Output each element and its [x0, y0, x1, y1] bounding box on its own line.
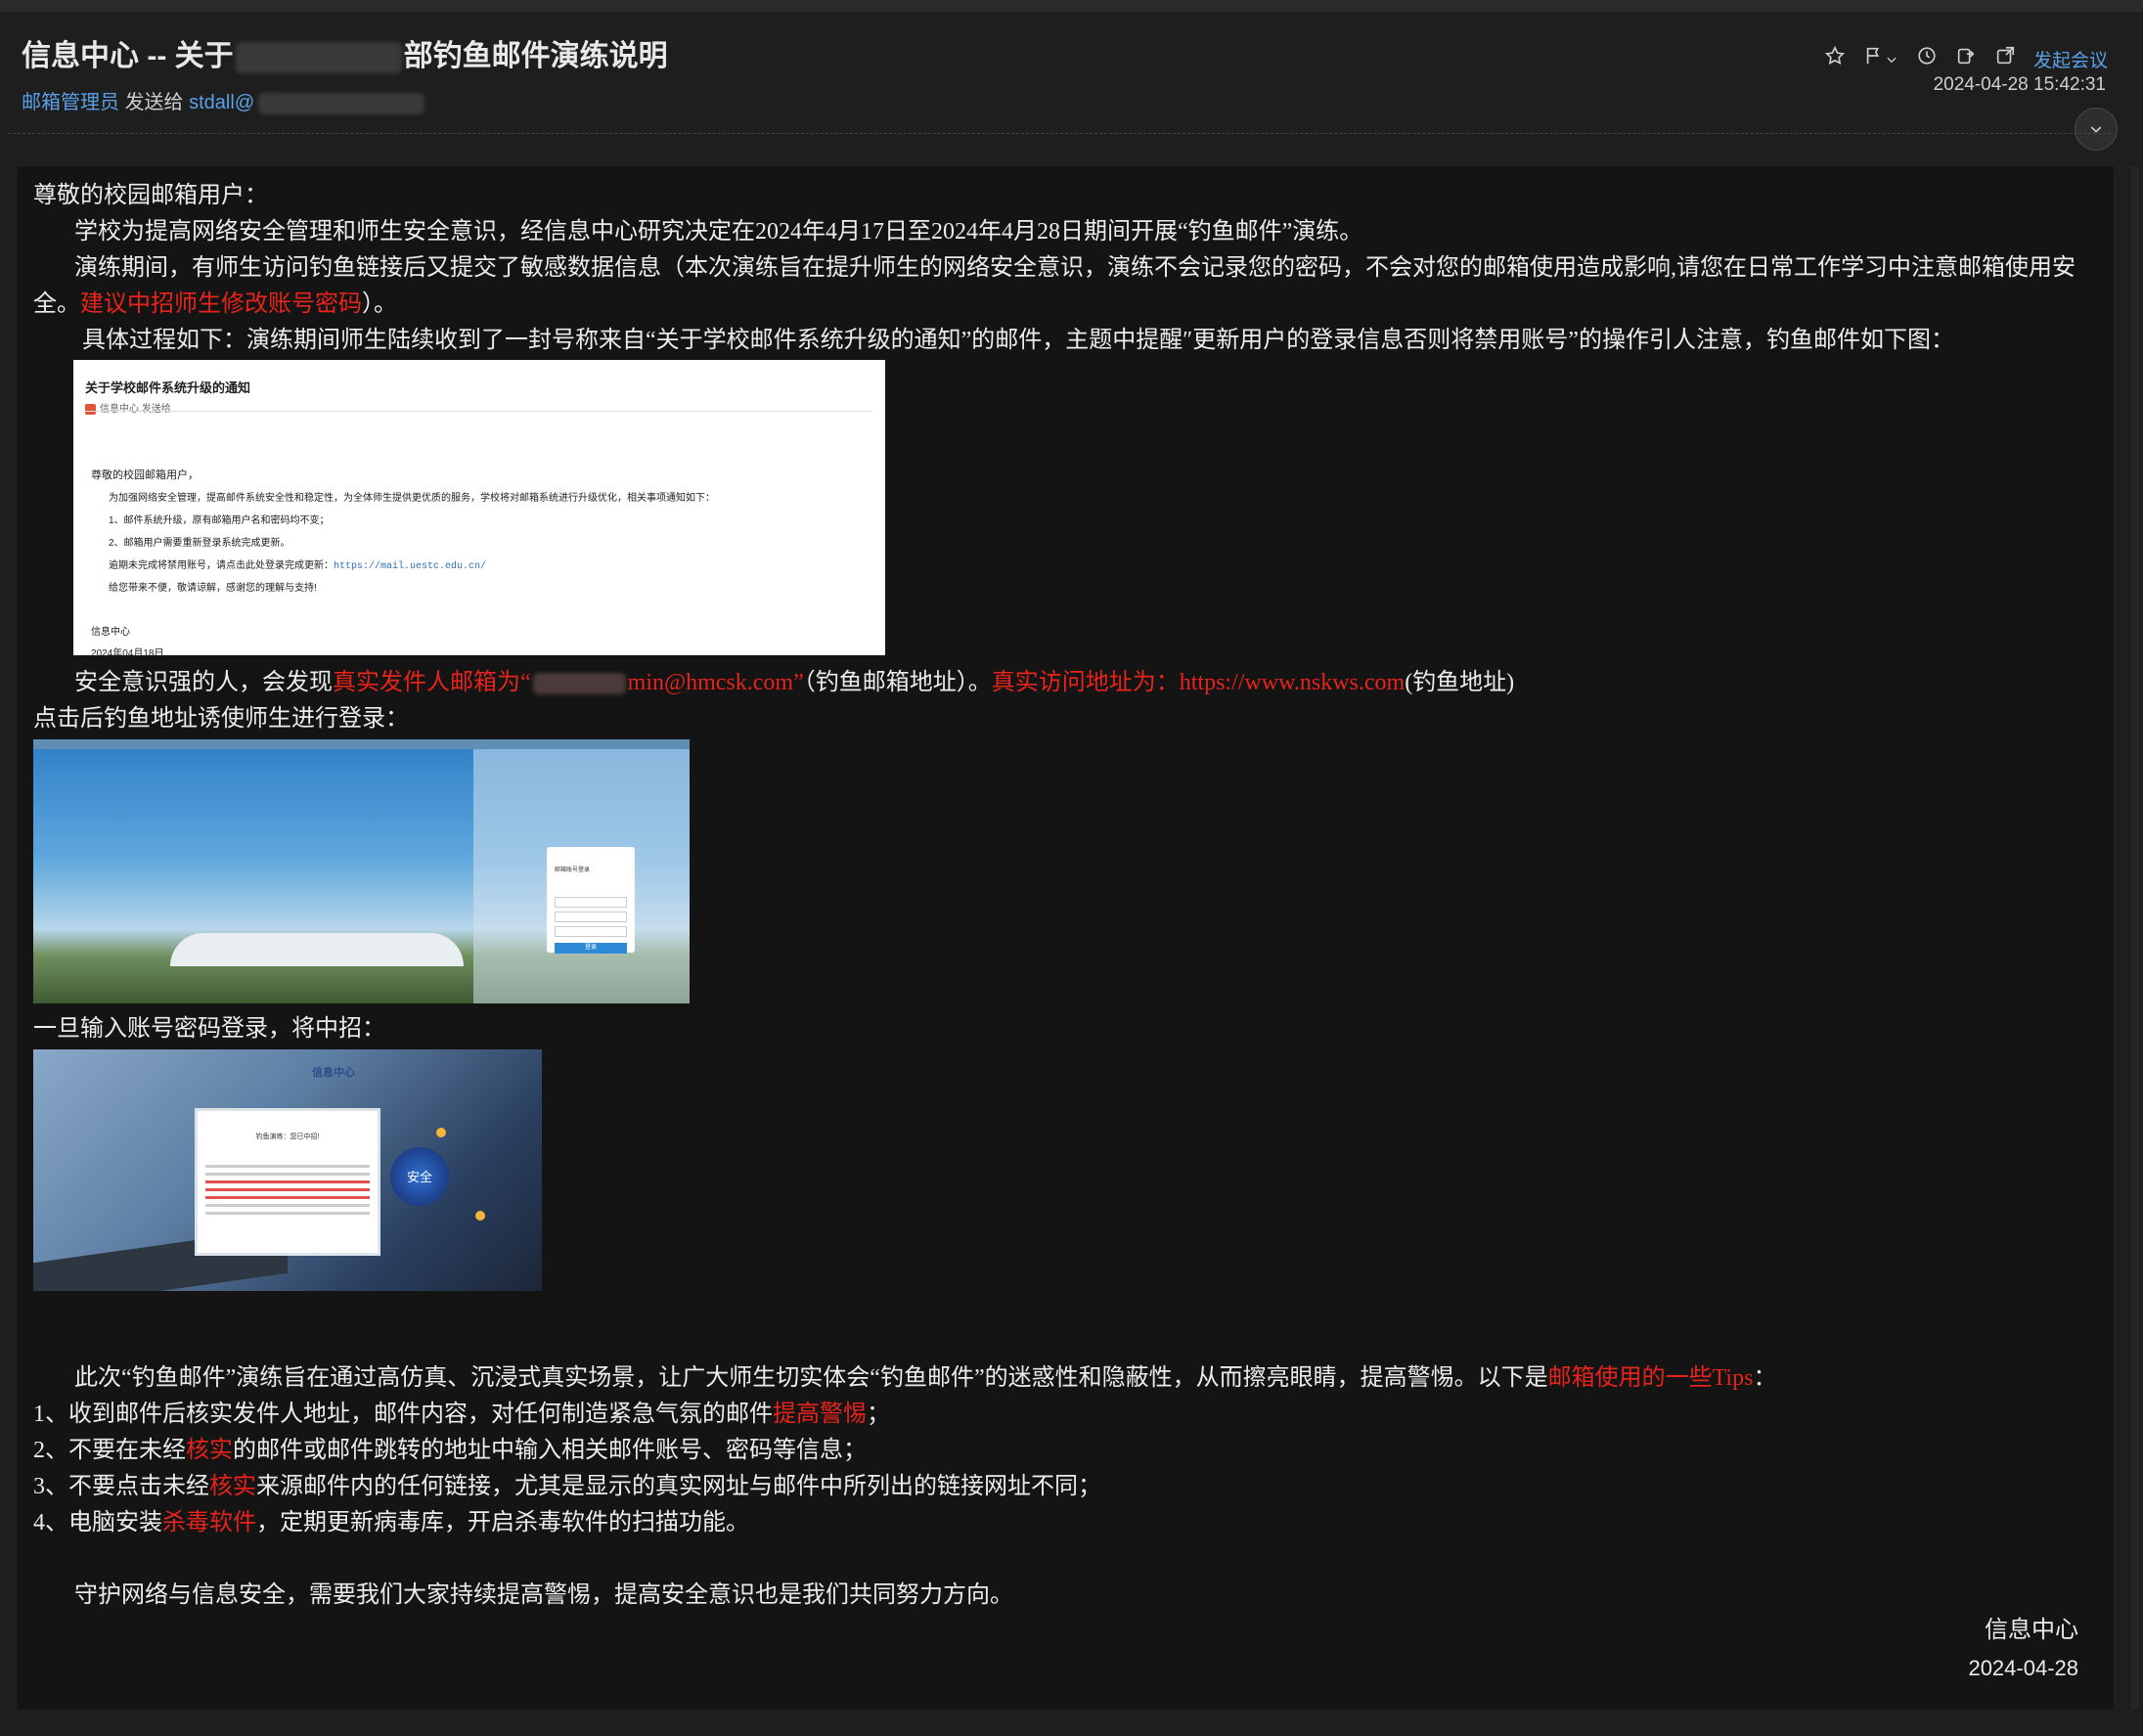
expand-chevron-icon[interactable]	[2075, 108, 2118, 151]
caught-card-title: 钓鱼演练：您已中招!	[255, 1134, 320, 1140]
login-button: 登录	[555, 943, 627, 954]
greeting: 尊敬的校园邮箱用户：	[33, 183, 268, 208]
paragraph-1: 学校为提高网络安全管理和师生安全意识，经信息中心研究决定在2024年4月17日至…	[74, 219, 1363, 245]
email-body: 尊敬的校园邮箱用户： 学校为提高网络安全管理和师生安全意识，经信息中心研究决定在…	[18, 166, 2114, 1710]
shield-label: 安全	[406, 1169, 432, 1184]
sender-name[interactable]: 邮箱管理员	[22, 92, 119, 113]
img3-banner: 信息中心	[312, 1067, 355, 1079]
img1-line3: 给您带来不便，敬请谅解，感谢您的理解与支持!	[109, 583, 317, 594]
phishing-url: 真实访问地址为：https://www.nskws.com	[991, 670, 1406, 695]
subject-suffix: 部钓鱼邮件演练说明	[403, 40, 668, 72]
paragraph-4: 安全意识强的人，会发现真实发件人邮箱为“ min@hmcsk.com”（钓鱼邮箱地…	[74, 670, 1515, 695]
phishing-sender-address: min@hmcsk.com”	[627, 670, 804, 695]
tip-1: 1、收到邮件后核实发件人地址，邮件内容，对任何制造紧急气氛的邮件提高警惕；	[33, 1402, 890, 1427]
paragraph-7: 此次“钓鱼邮件”演练旨在通过高仿真、沉浸式真实场景，让广大师生切实体会“钓鱼邮件…	[74, 1365, 1777, 1391]
sent-to-label: 发送给	[124, 92, 184, 113]
paragraph-6: 一旦输入账号密码登录，将中招：	[33, 1016, 385, 1042]
paragraph-2a: 演练期间，有师生访问钓鱼链接后又提交了敏感数据信息（本次演练旨在提升师生的网络安…	[74, 255, 2076, 281]
tip-4: 4、电脑安装杀毒软件，定期更新病毒库，开启杀毒软件的扫描功能。	[33, 1510, 749, 1536]
change-password-advice: 建议中招师生修改账号密码	[80, 291, 362, 317]
subject-prefix: 信息中心 -- 关于	[22, 40, 234, 72]
start-meeting-link[interactable]: 发起会议	[2033, 46, 2108, 72]
tip-2: 2、不要在未经核实的邮件或邮件跳转的地址中输入相关邮件账号、密码等信息；	[33, 1438, 867, 1463]
scrollbar[interactable]	[2131, 166, 2139, 1710]
clock-icon[interactable]	[1916, 45, 1938, 72]
paragraph-3: 具体过程如下：演练期间师生陆续收到了一封号称来自“关于学校邮件系统升级的通知”的…	[82, 328, 1954, 353]
img1-sender: 信息中心 发送给	[85, 391, 171, 427]
paragraph-5: 点击后钓鱼地址诱使师生进行登录：	[33, 706, 409, 732]
img1-date: 2024年04月18日	[91, 648, 164, 655]
closing-paragraph: 守护网络与信息安全，需要我们大家持续提高警惕，提高安全意识也是我们共同努力方向。	[74, 1582, 1013, 1608]
paragraph-2b: 全。建议中招师生修改账号密码）。	[33, 291, 397, 317]
flag-icon[interactable]	[1863, 45, 1898, 72]
shield-icon: 安全	[390, 1147, 449, 1206]
redacted-block	[532, 673, 626, 695]
caught-card: 钓鱼演练：您已中招!	[195, 1108, 380, 1256]
email-header: 信息中心 -- 关于 部钓鱼邮件演练说明 邮箱管理员 发送给 stdall@ 发起…	[0, 12, 2143, 158]
chevron-down-icon[interactable]	[1885, 53, 1898, 67]
email-toolbar: 发起会议	[1824, 45, 2108, 72]
signature-date: 2024-04-28	[1968, 1656, 2078, 1680]
redacted-block	[235, 42, 402, 74]
sender-avatar-icon	[85, 404, 96, 415]
img1-link: https://mail.uestc.edu.cn/	[334, 561, 487, 572]
sender-line: 邮箱管理员 发送给 stdall@	[22, 86, 425, 114]
email-subject: 信息中心 -- 关于 部钓鱼邮件演练说明	[22, 31, 668, 74]
fake-login-screenshot: 邮箱账号登录 登录	[33, 739, 690, 1003]
redacted-block	[258, 92, 425, 114]
tip-3: 3、不要点击未经核实来源邮件内的任何链接，尤其是显示的真实网址与邮件中所列出的链…	[33, 1474, 1101, 1499]
email-datetime: 2024-04-28 15:42:31	[1933, 74, 2106, 95]
building-silhouette	[170, 933, 464, 966]
signature-org: 信息中心	[1985, 1618, 2078, 1643]
login-form: 邮箱账号登录 登录	[547, 847, 635, 954]
header-divider	[8, 133, 2111, 134]
caught-page-screenshot: 信息中心 钓鱼演练：您已中招! 安全	[33, 1049, 542, 1291]
star-icon[interactable]	[1824, 45, 1846, 72]
recipient-address[interactable]: stdall@	[189, 92, 254, 113]
forward-icon[interactable]	[1955, 45, 1977, 72]
login-title: 邮箱账号登录	[555, 868, 591, 873]
popout-icon[interactable]	[1994, 45, 2016, 72]
tips-heading: 邮箱使用的一些Tips	[1547, 1365, 1754, 1391]
phishing-email-screenshot: 关于学校邮件系统升级的通知 信息中心 发送给 尊敬的校园邮箱用户， 为加强网络安…	[73, 360, 885, 655]
